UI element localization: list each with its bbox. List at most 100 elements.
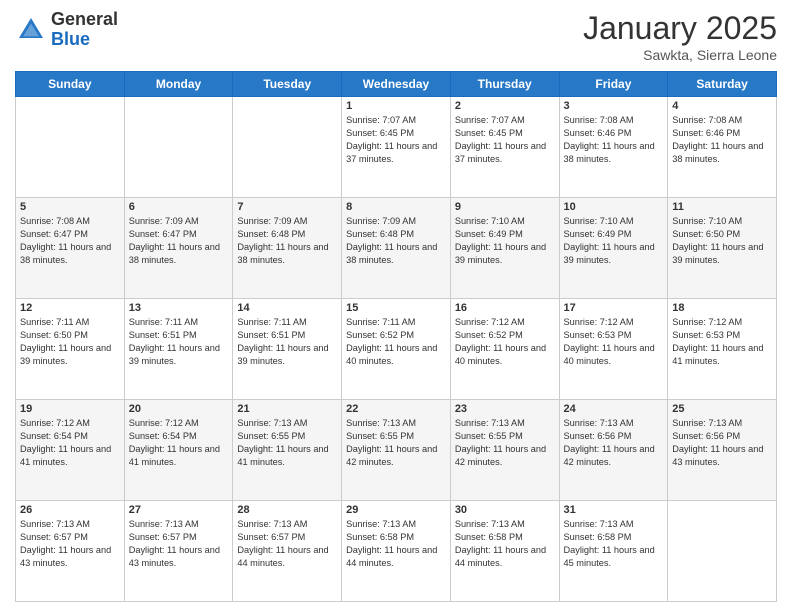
day-number: 26 — [20, 504, 120, 516]
day-number: 28 — [237, 504, 337, 516]
calendar-cell: 13Sunrise: 7:11 AM Sunset: 6:51 PM Dayli… — [124, 299, 233, 400]
weekday-header-thursday: Thursday — [450, 72, 559, 97]
calendar-cell: 6 Sunrise: 7:09 AM Sunset: 6:47 PM Daylig… — [124, 198, 233, 299]
day-number: 11 — [672, 201, 772, 213]
day-number: 3 — [564, 100, 664, 112]
calendar-cell: 30 Sunrise: 7:13 AM Sunset: 6:58 PM Dayli… — [450, 501, 559, 602]
page: General Blue January 2025 Sawkta, Sierra… — [0, 0, 792, 612]
day-info: Sunrise: 7:12 AM Sunset: 6:53 PM Dayligh… — [672, 316, 772, 368]
title-location: Sawkta, Sierra Leone — [583, 47, 777, 63]
day-number: 7 — [237, 201, 337, 213]
day-info: Sunrise: 7:13 AM Sunset: 6:55 PM Dayligh… — [346, 417, 446, 469]
calendar-cell: 22 Sunrise: 7:13 AM Sunset: 6:55 PM Dayli… — [342, 400, 451, 501]
calendar-cell: 26 Sunrise: 7:13 AM Sunset: 6:57 PM Dayli… — [16, 501, 125, 602]
day-info: Sunrise: 7:09 AM Sunset: 6:48 PM Dayligh… — [237, 215, 337, 267]
calendar-cell: 16 Sunrise: 7:12 AM Sunset: 6:52 PM Dayli… — [450, 299, 559, 400]
calendar-cell: 14Sunrise: 7:11 AM Sunset: 6:51 PM Dayli… — [233, 299, 342, 400]
week-row-0: 1Sunrise: 7:07 AM Sunset: 6:45 PM Daylig… — [16, 97, 777, 198]
day-info: Sunrise: 7:12 AM Sunset: 6:54 PM Dayligh… — [20, 417, 120, 469]
day-number: 24 — [564, 403, 664, 415]
calendar-cell: 5 Sunrise: 7:08 AM Sunset: 6:47 PM Daylig… — [16, 198, 125, 299]
title-block: January 2025 Sawkta, Sierra Leone — [583, 10, 777, 63]
logo-text: General Blue — [51, 10, 118, 50]
day-info: Sunrise: 7:13 AM Sunset: 6:58 PM Dayligh… — [564, 518, 664, 570]
calendar-cell: 25Sunrise: 7:13 AM Sunset: 6:56 PM Dayli… — [668, 400, 777, 501]
day-info: Sunrise: 7:08 AM Sunset: 6:46 PM Dayligh… — [564, 114, 664, 166]
day-number: 17 — [564, 302, 664, 314]
day-number: 19 — [20, 403, 120, 415]
day-number: 8 — [346, 201, 446, 213]
weekday-header-sunday: Sunday — [16, 72, 125, 97]
calendar-cell: 7 Sunrise: 7:09 AM Sunset: 6:48 PM Daylig… — [233, 198, 342, 299]
day-number: 27 — [129, 504, 229, 516]
day-number: 21 — [237, 403, 337, 415]
week-row-2: 12 Sunrise: 7:11 AM Sunset: 6:50 PM Dayli… — [16, 299, 777, 400]
weekday-header-saturday: Saturday — [668, 72, 777, 97]
day-info: Sunrise: 7:12 AM Sunset: 6:53 PM Dayligh… — [564, 316, 664, 368]
day-info: Sunrise: 7:11 AM Sunset: 6:52 PM Dayligh… — [346, 316, 446, 368]
day-number: 15 — [346, 302, 446, 314]
calendar-cell: 19 Sunrise: 7:12 AM Sunset: 6:54 PM Dayli… — [16, 400, 125, 501]
calendar-cell — [16, 97, 125, 198]
calendar-cell — [124, 97, 233, 198]
calendar-cell: 10 Sunrise: 7:10 AM Sunset: 6:49 PM Dayli… — [559, 198, 668, 299]
logo: General Blue — [15, 10, 118, 50]
week-row-4: 26 Sunrise: 7:13 AM Sunset: 6:57 PM Dayli… — [16, 501, 777, 602]
day-number: 23 — [455, 403, 555, 415]
calendar-cell: 20 Sunrise: 7:12 AM Sunset: 6:54 PM Dayli… — [124, 400, 233, 501]
day-info: Sunrise: 7:10 AM Sunset: 6:49 PM Dayligh… — [455, 215, 555, 267]
day-number: 18 — [672, 302, 772, 314]
calendar-cell: 15 Sunrise: 7:11 AM Sunset: 6:52 PM Dayli… — [342, 299, 451, 400]
day-number: 16 — [455, 302, 555, 314]
day-number: 29 — [346, 504, 446, 516]
calendar-cell: 23Sunrise: 7:13 AM Sunset: 6:55 PM Dayli… — [450, 400, 559, 501]
week-row-3: 19 Sunrise: 7:12 AM Sunset: 6:54 PM Dayli… — [16, 400, 777, 501]
calendar-cell: 18 Sunrise: 7:12 AM Sunset: 6:53 PM Dayli… — [668, 299, 777, 400]
day-number: 10 — [564, 201, 664, 213]
logo-general-text: General — [51, 10, 118, 30]
day-info: Sunrise: 7:09 AM Sunset: 6:48 PM Dayligh… — [346, 215, 446, 267]
logo-blue-text: Blue — [51, 30, 118, 50]
weekday-header-wednesday: Wednesday — [342, 72, 451, 97]
day-info: Sunrise: 7:10 AM Sunset: 6:49 PM Dayligh… — [564, 215, 664, 267]
day-number: 30 — [455, 504, 555, 516]
day-number: 13 — [129, 302, 229, 314]
calendar-cell: 28 Sunrise: 7:13 AM Sunset: 6:57 PM Dayli… — [233, 501, 342, 602]
day-number: 12 — [20, 302, 120, 314]
weekday-header-friday: Friday — [559, 72, 668, 97]
day-info: Sunrise: 7:13 AM Sunset: 6:58 PM Dayligh… — [455, 518, 555, 570]
day-info: Sunrise: 7:12 AM Sunset: 6:52 PM Dayligh… — [455, 316, 555, 368]
calendar-cell: 24Sunrise: 7:13 AM Sunset: 6:56 PM Dayli… — [559, 400, 668, 501]
weekday-header-monday: Monday — [124, 72, 233, 97]
weekday-header-row: SundayMondayTuesdayWednesdayThursdayFrid… — [16, 72, 777, 97]
day-info: Sunrise: 7:13 AM Sunset: 6:58 PM Dayligh… — [346, 518, 446, 570]
calendar-cell: 29 Sunrise: 7:13 AM Sunset: 6:58 PM Dayli… — [342, 501, 451, 602]
day-info: Sunrise: 7:09 AM Sunset: 6:47 PM Dayligh… — [129, 215, 229, 267]
day-number: 2 — [455, 100, 555, 112]
calendar-cell: 27 Sunrise: 7:13 AM Sunset: 6:57 PM Dayli… — [124, 501, 233, 602]
header: General Blue January 2025 Sawkta, Sierra… — [15, 10, 777, 63]
calendar-cell: 11Sunrise: 7:10 AM Sunset: 6:50 PM Dayli… — [668, 198, 777, 299]
calendar-cell: 12 Sunrise: 7:11 AM Sunset: 6:50 PM Dayli… — [16, 299, 125, 400]
day-info: Sunrise: 7:13 AM Sunset: 6:57 PM Dayligh… — [129, 518, 229, 570]
calendar-cell: 21Sunrise: 7:13 AM Sunset: 6:55 PM Dayli… — [233, 400, 342, 501]
day-number: 31 — [564, 504, 664, 516]
day-number: 5 — [20, 201, 120, 213]
day-number: 20 — [129, 403, 229, 415]
calendar-cell: 8 Sunrise: 7:09 AM Sunset: 6:48 PM Daylig… — [342, 198, 451, 299]
day-info: Sunrise: 7:07 AM Sunset: 6:45 PM Dayligh… — [455, 114, 555, 166]
day-number: 9 — [455, 201, 555, 213]
day-info: Sunrise: 7:08 AM Sunset: 6:47 PM Dayligh… — [20, 215, 120, 267]
day-number: 22 — [346, 403, 446, 415]
day-info: Sunrise: 7:13 AM Sunset: 6:57 PM Dayligh… — [20, 518, 120, 570]
day-info: Sunrise: 7:12 AM Sunset: 6:54 PM Dayligh… — [129, 417, 229, 469]
day-info: Sunrise: 7:07 AM Sunset: 6:45 PM Dayligh… — [346, 114, 446, 166]
day-number: 25 — [672, 403, 772, 415]
calendar-cell: 2 Sunrise: 7:07 AM Sunset: 6:45 PM Daylig… — [450, 97, 559, 198]
title-month: January 2025 — [583, 10, 777, 47]
calendar-cell: 4Sunrise: 7:08 AM Sunset: 6:46 PM Daylig… — [668, 97, 777, 198]
day-number: 6 — [129, 201, 229, 213]
day-info: Sunrise: 7:11 AM Sunset: 6:50 PM Dayligh… — [20, 316, 120, 368]
calendar-cell: 1Sunrise: 7:07 AM Sunset: 6:45 PM Daylig… — [342, 97, 451, 198]
day-info: Sunrise: 7:13 AM Sunset: 6:57 PM Dayligh… — [237, 518, 337, 570]
